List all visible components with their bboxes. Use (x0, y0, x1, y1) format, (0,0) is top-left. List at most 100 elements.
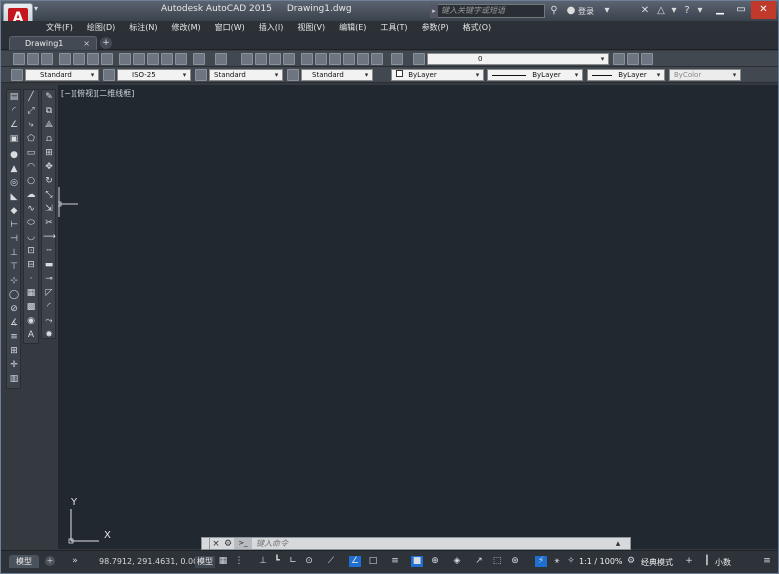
zoom-window-icon[interactable] (269, 53, 281, 65)
dim-edit-icon[interactable]: ▥ (8, 374, 20, 385)
center-mark-icon[interactable]: ✛ (8, 360, 20, 371)
move-icon[interactable]: ✥ (43, 162, 55, 173)
binoculars-search-icon[interactable]: ⚲ (548, 5, 560, 17)
redo-icon[interactable] (215, 53, 227, 65)
offset-icon[interactable]: ⩍ (43, 134, 55, 145)
rectangle-icon[interactable]: ▭ (25, 148, 37, 159)
extend-icon[interactable]: ⟶ (43, 232, 56, 243)
array-icon[interactable]: ⊞ (43, 148, 55, 159)
annotation-visibility-icon[interactable]: ⚡ (535, 556, 547, 567)
stay-connected-icon[interactable]: △ (655, 5, 667, 17)
menu-insert[interactable]: 插入(I) (252, 21, 291, 34)
command-line-expand-icon[interactable]: ▴ (612, 539, 624, 549)
fillet-icon[interactable]: ◜ (43, 302, 55, 313)
dim-continue-icon[interactable]: ⊤ (8, 262, 20, 273)
open-icon[interactable] (27, 53, 39, 65)
polyline-icon[interactable]: ⤷ (25, 120, 37, 131)
user-icon[interactable]: ● (565, 5, 577, 17)
login-dropdown-icon[interactable]: ▾ (601, 5, 613, 17)
zoom-previous-icon[interactable] (283, 53, 295, 65)
gradient-icon[interactable]: ▩ (25, 302, 37, 313)
properties-icon[interactable] (301, 53, 313, 65)
infer-constraints-icon[interactable]: ⊥ (257, 556, 269, 567)
tab-drawing1[interactable]: Drawing1 × (9, 36, 97, 50)
color-dropdown[interactable]: ByLayer ▾ (391, 69, 484, 81)
ortho-icon[interactable]: ∟ (287, 556, 299, 567)
close-command-line-icon[interactable]: × (210, 539, 222, 549)
dim-diameter-icon[interactable]: ⊘ (8, 304, 20, 315)
lineweight-display-icon[interactable]: ≡ (389, 556, 401, 567)
erase-icon[interactable]: ✎ (43, 92, 55, 103)
insert-block-icon[interactable]: ⊡ (25, 246, 37, 257)
search-expand-icon[interactable]: ▸ (430, 4, 438, 18)
maximize-button[interactable]: ▭ (731, 1, 751, 19)
distance-icon[interactable]: ▤ (8, 92, 20, 103)
login-link[interactable]: 登录 (578, 6, 594, 17)
line-icon[interactable]: ╱ (25, 92, 37, 103)
torus-icon[interactable]: ◎ (8, 178, 20, 189)
close-tab-icon[interactable]: × (83, 37, 90, 50)
menu-draw[interactable]: 绘图(D) (80, 21, 122, 34)
point-icon[interactable]: · (25, 274, 37, 285)
text-style-icon[interactable] (11, 69, 23, 81)
mleader-style-icon[interactable] (287, 69, 299, 81)
menu-file[interactable]: 文件(F) (39, 21, 80, 34)
angle-icon[interactable]: ∠ (8, 120, 20, 131)
object-snap-tracking-icon[interactable]: ∠ (349, 556, 361, 567)
break-icon[interactable]: ▬ (43, 260, 55, 271)
region-icon[interactable]: ◉ (25, 316, 37, 327)
stretch-icon[interactable]: ⇲ (43, 204, 55, 215)
mleader-style-dropdown[interactable]: Standard ▾ (301, 69, 373, 81)
model-space-button[interactable]: 模型 (195, 556, 215, 568)
explode-icon[interactable]: ✸ (43, 330, 55, 341)
plot-style-dropdown[interactable]: ByColor ▾ (669, 69, 741, 81)
quick-dim-icon[interactable]: ≡ (8, 332, 20, 343)
pan-icon[interactable] (241, 53, 253, 65)
dim-style-icon[interactable] (103, 69, 115, 81)
new-tab-button[interactable]: + (100, 37, 112, 49)
table-style-dropdown[interactable]: Standard ▾ (209, 69, 283, 81)
tolerance-icon[interactable]: ⊞ (8, 346, 20, 357)
layout-arrow-icon[interactable]: » (69, 556, 81, 567)
menu-modify[interactable]: 修改(M) (164, 21, 207, 34)
cut-icon[interactable] (119, 53, 131, 65)
text-style-dropdown[interactable]: Standard ▾ (25, 69, 99, 81)
block-editor-icon[interactable] (175, 53, 187, 65)
circle-icon[interactable]: ○ (25, 176, 37, 187)
add-layout-button[interactable]: + (45, 556, 55, 566)
sphere-icon[interactable]: ● (8, 150, 20, 161)
recent-commands-button[interactable]: >_ (234, 538, 252, 549)
rotate-icon[interactable]: ↻ (43, 176, 55, 187)
trim-icon[interactable]: ✂ (43, 218, 55, 229)
mirror-icon[interactable]: ⟁ (43, 120, 55, 131)
dynamic-input-icon[interactable]: ┗ (271, 556, 283, 567)
isolate-objects-icon[interactable]: ┃ (701, 556, 713, 567)
radius-icon[interactable]: ◜ (8, 106, 20, 117)
hatch-icon[interactable]: ▦ (25, 288, 37, 299)
copy-object-icon[interactable]: ⧉ (43, 106, 55, 117)
table-style-icon[interactable] (195, 69, 207, 81)
qnew-icon[interactable] (13, 53, 25, 65)
close-window-button[interactable]: ✕ (751, 1, 776, 19)
selection-cycling-icon[interactable]: ⊕ (429, 556, 441, 567)
workspace-switching[interactable]: 经典模式 (641, 557, 673, 568)
customize-icon[interactable]: ⚙ (222, 539, 234, 549)
help-icon[interactable] (391, 53, 403, 65)
menu-window[interactable]: 窗口(W) (208, 21, 252, 34)
menu-dimension[interactable]: 标注(N) (122, 21, 164, 34)
save-icon[interactable] (41, 53, 53, 65)
undo-icon[interactable] (193, 53, 205, 65)
construction-line-icon[interactable]: ⤢ (25, 106, 37, 117)
ellipse-icon[interactable]: ⬭ (25, 218, 37, 229)
customization-menu-icon[interactable]: ≡ (761, 556, 773, 567)
help-dropdown-icon[interactable]: ▾ (694, 5, 706, 17)
viewport-controls[interactable]: [−][俯视][二维线框] (61, 88, 134, 99)
dim-radius-icon[interactable]: ◯ (8, 290, 20, 301)
join-icon[interactable]: ⊸ (43, 274, 55, 285)
annotation-scale-dropdown[interactable]: 1:1 / 100% (579, 557, 623, 566)
isodraft-icon[interactable]: ⟋ (325, 556, 337, 567)
exchange-apps-icon[interactable]: ✕ (639, 5, 651, 17)
object-snap-icon[interactable]: □ (367, 556, 379, 567)
layer-states-icon[interactable] (641, 53, 653, 65)
tool-palettes-icon[interactable] (329, 53, 341, 65)
